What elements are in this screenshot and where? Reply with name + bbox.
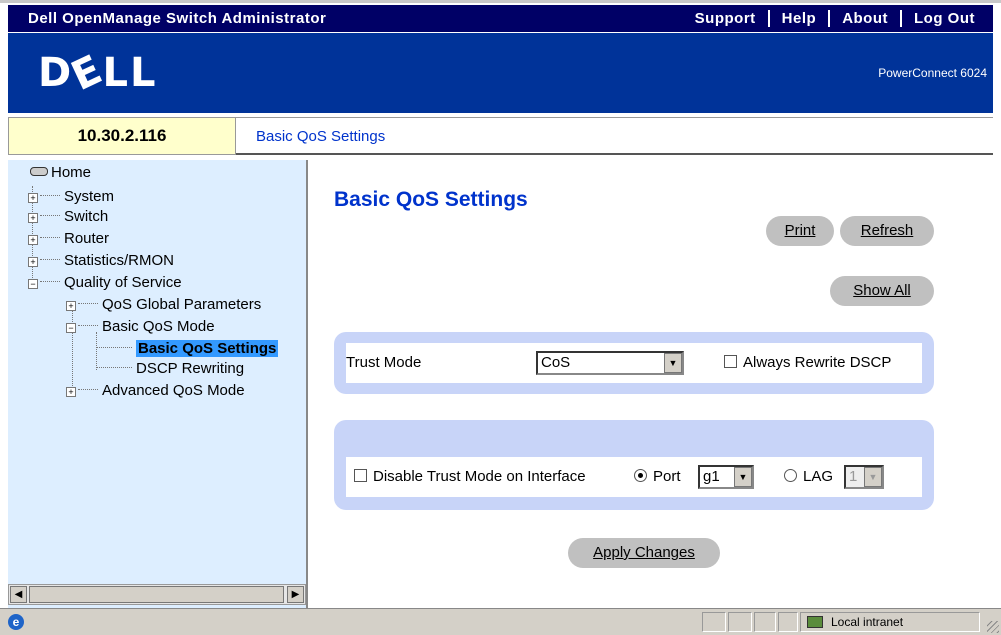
support-link[interactable]: Support bbox=[683, 10, 768, 27]
tree-item-label: Switch bbox=[64, 208, 109, 225]
lag-radio[interactable] bbox=[784, 469, 797, 482]
page-title: Basic QoS Settings bbox=[334, 188, 528, 211]
tree-item-basic-mode[interactable]: − Basic QoS Mode bbox=[66, 317, 215, 337]
status-cell bbox=[702, 612, 726, 632]
apply-changes-button[interactable]: Apply Changes bbox=[568, 538, 720, 568]
breadcrumb-current: Basic QoS Settings bbox=[256, 128, 386, 145]
tree-item-label: Statistics/RMON bbox=[64, 252, 175, 269]
tree-item-qos-global[interactable]: + QoS Global Parameters bbox=[66, 295, 261, 315]
logout-link[interactable]: Log Out bbox=[900, 10, 987, 27]
about-link[interactable]: About bbox=[828, 10, 900, 27]
address-row: 10.30.2.116 Basic QoS Settings bbox=[8, 113, 993, 158]
disable-trust-checkbox[interactable] bbox=[354, 469, 367, 482]
status-cell bbox=[754, 612, 776, 632]
security-zone: Local intranet bbox=[800, 612, 980, 632]
tree-item-router[interactable]: + Router bbox=[28, 229, 109, 249]
trust-mode-row: Trust Mode CoS ▼ Always Rewrite DSCP bbox=[346, 343, 922, 383]
tree-item-label: System bbox=[64, 188, 115, 205]
app-title: Dell OpenManage Switch Administrator bbox=[28, 10, 327, 27]
show-all-button[interactable]: Show All bbox=[830, 276, 934, 306]
always-rewrite-dscp[interactable]: Always Rewrite DSCP bbox=[724, 354, 891, 371]
expand-icon[interactable]: + bbox=[28, 193, 38, 203]
zone-label: Local intranet bbox=[831, 615, 904, 629]
disable-trust-label: Disable Trust Mode on Interface bbox=[373, 468, 586, 485]
lag-select[interactable]: 1 ▼ bbox=[844, 465, 884, 489]
banner: DELL PowerConnect 6024 bbox=[8, 33, 993, 113]
main-content: Basic QoS Settings Print Refresh Show Al… bbox=[310, 160, 993, 606]
expand-icon[interactable]: + bbox=[28, 213, 38, 223]
tree-item-qos[interactable]: − Quality of Service bbox=[28, 273, 182, 293]
always-rewrite-label: Always Rewrite DSCP bbox=[743, 354, 892, 371]
status-cell bbox=[778, 612, 798, 632]
expand-icon[interactable]: + bbox=[28, 257, 38, 267]
tree-item-label: Router bbox=[64, 230, 110, 247]
disable-trust-mode[interactable]: Disable Trust Mode on Interface bbox=[354, 468, 586, 485]
tree-item-statistics[interactable]: + Statistics/RMON bbox=[28, 251, 174, 271]
port-radio[interactable] bbox=[634, 469, 647, 482]
tree-item-label: Quality of Service bbox=[64, 274, 182, 291]
tree-item-home[interactable]: Home bbox=[30, 163, 91, 183]
tree-item-label: DSCP Rewriting bbox=[136, 360, 245, 377]
lag-label: LAG bbox=[803, 468, 834, 485]
title-bar-inner: Dell OpenManage Switch Administrator Sup… bbox=[8, 5, 993, 32]
status-bar: e Local intranet bbox=[0, 608, 1001, 635]
lag-value: 1 bbox=[849, 468, 858, 485]
refresh-button[interactable]: Refresh bbox=[840, 216, 934, 246]
trust-mode-value: CoS bbox=[541, 354, 571, 371]
always-rewrite-checkbox[interactable] bbox=[724, 355, 737, 368]
interface-panel: Disable Trust Mode on Interface Port g1 … bbox=[334, 420, 934, 510]
port-select[interactable]: g1 ▼ bbox=[698, 465, 754, 489]
trust-mode-panel: Trust Mode CoS ▼ Always Rewrite DSCP bbox=[334, 332, 934, 394]
lag-option[interactable]: LAG bbox=[784, 468, 833, 485]
chevron-down-icon: ▼ bbox=[664, 353, 682, 373]
tree-item-switch[interactable]: + Switch bbox=[28, 207, 108, 227]
chevron-down-icon: ▼ bbox=[864, 467, 882, 487]
tree-item-label: Basic QoS Settings bbox=[136, 340, 279, 357]
status-cell bbox=[728, 612, 752, 632]
tree-item-basic-settings[interactable]: Basic QoS Settings bbox=[38, 339, 304, 359]
tree-item-label: QoS Global Parameters bbox=[102, 296, 262, 313]
collapse-icon[interactable]: − bbox=[66, 323, 76, 333]
scroll-thumb[interactable] bbox=[29, 586, 284, 603]
model-name: PowerConnect 6024 bbox=[878, 66, 987, 80]
tree-item-dscp-rewriting[interactable]: DSCP Rewriting bbox=[96, 359, 244, 379]
title-bar: Dell OpenManage Switch Administrator Sup… bbox=[0, 0, 1001, 32]
device-ip: 10.30.2.116 bbox=[8, 117, 236, 155]
tree-item-label: Advanced QoS Mode bbox=[102, 382, 245, 399]
interface-row: Disable Trust Mode on Interface Port g1 … bbox=[346, 457, 922, 497]
intranet-icon bbox=[807, 616, 823, 628]
scroll-left-icon[interactable]: ◀ bbox=[10, 586, 27, 603]
port-option[interactable]: Port bbox=[634, 468, 681, 485]
help-link[interactable]: Help bbox=[767, 10, 829, 27]
top-nav: Support Help About Log Out bbox=[683, 10, 987, 27]
trust-mode-select[interactable]: CoS ▼ bbox=[536, 351, 684, 375]
trust-mode-label: Trust Mode bbox=[346, 354, 422, 371]
port-value: g1 bbox=[703, 468, 720, 485]
breadcrumb: Basic QoS Settings bbox=[236, 117, 993, 155]
tree-item-advanced-mode[interactable]: + Advanced QoS Mode bbox=[66, 381, 245, 401]
expand-icon[interactable]: + bbox=[28, 235, 38, 245]
tree-scrollbar[interactable]: ◀ ▶ bbox=[8, 584, 306, 605]
expand-icon[interactable]: + bbox=[66, 301, 76, 311]
resize-grip-icon[interactable] bbox=[987, 621, 999, 633]
chevron-down-icon: ▼ bbox=[734, 467, 752, 487]
browser-icon: e bbox=[8, 614, 24, 630]
nav-tree: Home + System + Switch + Router + Statistics… bbox=[8, 160, 308, 608]
print-button[interactable]: Print bbox=[766, 216, 834, 246]
scroll-right-icon[interactable]: ▶ bbox=[287, 586, 304, 603]
tree-item-label: Basic QoS Mode bbox=[102, 318, 215, 335]
home-icon bbox=[30, 167, 48, 176]
collapse-icon[interactable]: − bbox=[28, 279, 38, 289]
tree-item-label: Home bbox=[51, 164, 92, 181]
tree-item-system[interactable]: + System bbox=[28, 187, 114, 207]
expand-icon[interactable]: + bbox=[66, 387, 76, 397]
port-label: Port bbox=[653, 468, 681, 485]
dell-logo: DELL bbox=[38, 45, 158, 101]
